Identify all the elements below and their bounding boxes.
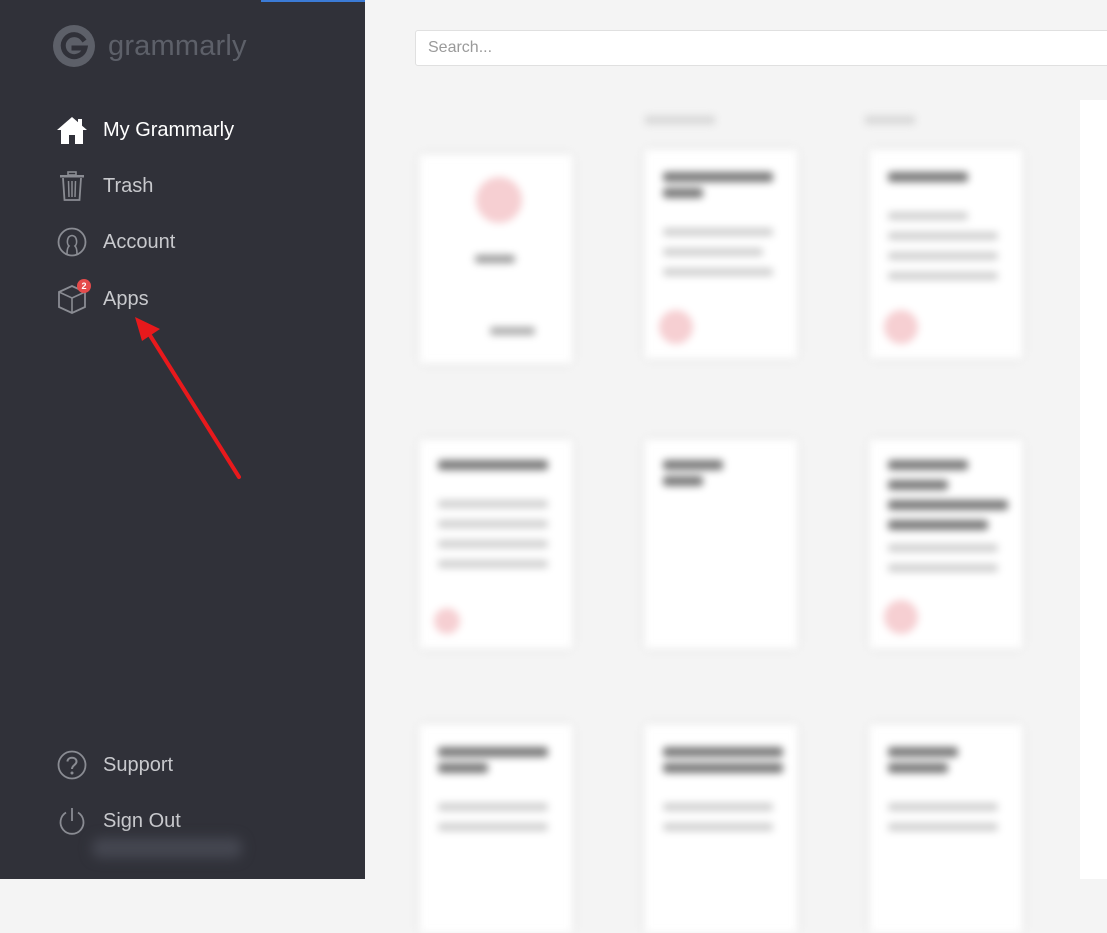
nav-item-sign-out[interactable]: Sign Out [55,804,181,838]
brand-name: grammarly [108,29,247,62]
nav-item-trash[interactable]: Trash [55,169,153,203]
question-icon [55,748,89,782]
nav-item-my-grammarly[interactable]: My Grammarly [55,113,234,147]
home-icon [55,113,89,147]
grammarly-g-icon [53,25,95,67]
nav-label: My Grammarly [103,118,235,141]
nav-label: Sign Out [103,809,181,832]
grammarly-logo[interactable]: grammarly [52,24,247,68]
document-card[interactable] [645,150,797,358]
account-icon [55,225,89,259]
document-card[interactable] [645,725,797,933]
blurred-section-header [645,116,715,124]
sidebar: grammarly My Grammarly Trash Account 2 A… [0,0,365,879]
nav-label: Support [103,753,174,776]
box-icon: 2 [55,279,91,316]
search-input[interactable] [415,30,1107,66]
nav-item-apps[interactable]: 2 Apps [55,279,149,316]
right-panel [1080,100,1107,879]
blurred-account-email [92,838,242,858]
apps-notification-badge: 2 [77,279,91,293]
sidebar-top-accent [261,0,365,2]
blurred-section-header [865,116,915,124]
document-card[interactable] [645,440,797,648]
nav-label: Apps [103,287,149,310]
annotation-arrow-icon [135,317,241,479]
document-card[interactable] [870,725,1022,933]
power-icon [55,804,89,838]
document-card[interactable] [870,150,1022,358]
document-card[interactable] [870,440,1022,648]
document-card-new[interactable] [420,155,572,363]
trash-icon [55,169,89,203]
document-card[interactable] [420,725,572,933]
nav-item-support[interactable]: Support [55,748,173,782]
nav-label: Account [103,230,176,253]
nav-label: Trash [103,174,154,197]
main-content [365,0,1107,933]
document-card[interactable] [420,440,572,648]
nav-item-account[interactable]: Account [55,225,175,259]
